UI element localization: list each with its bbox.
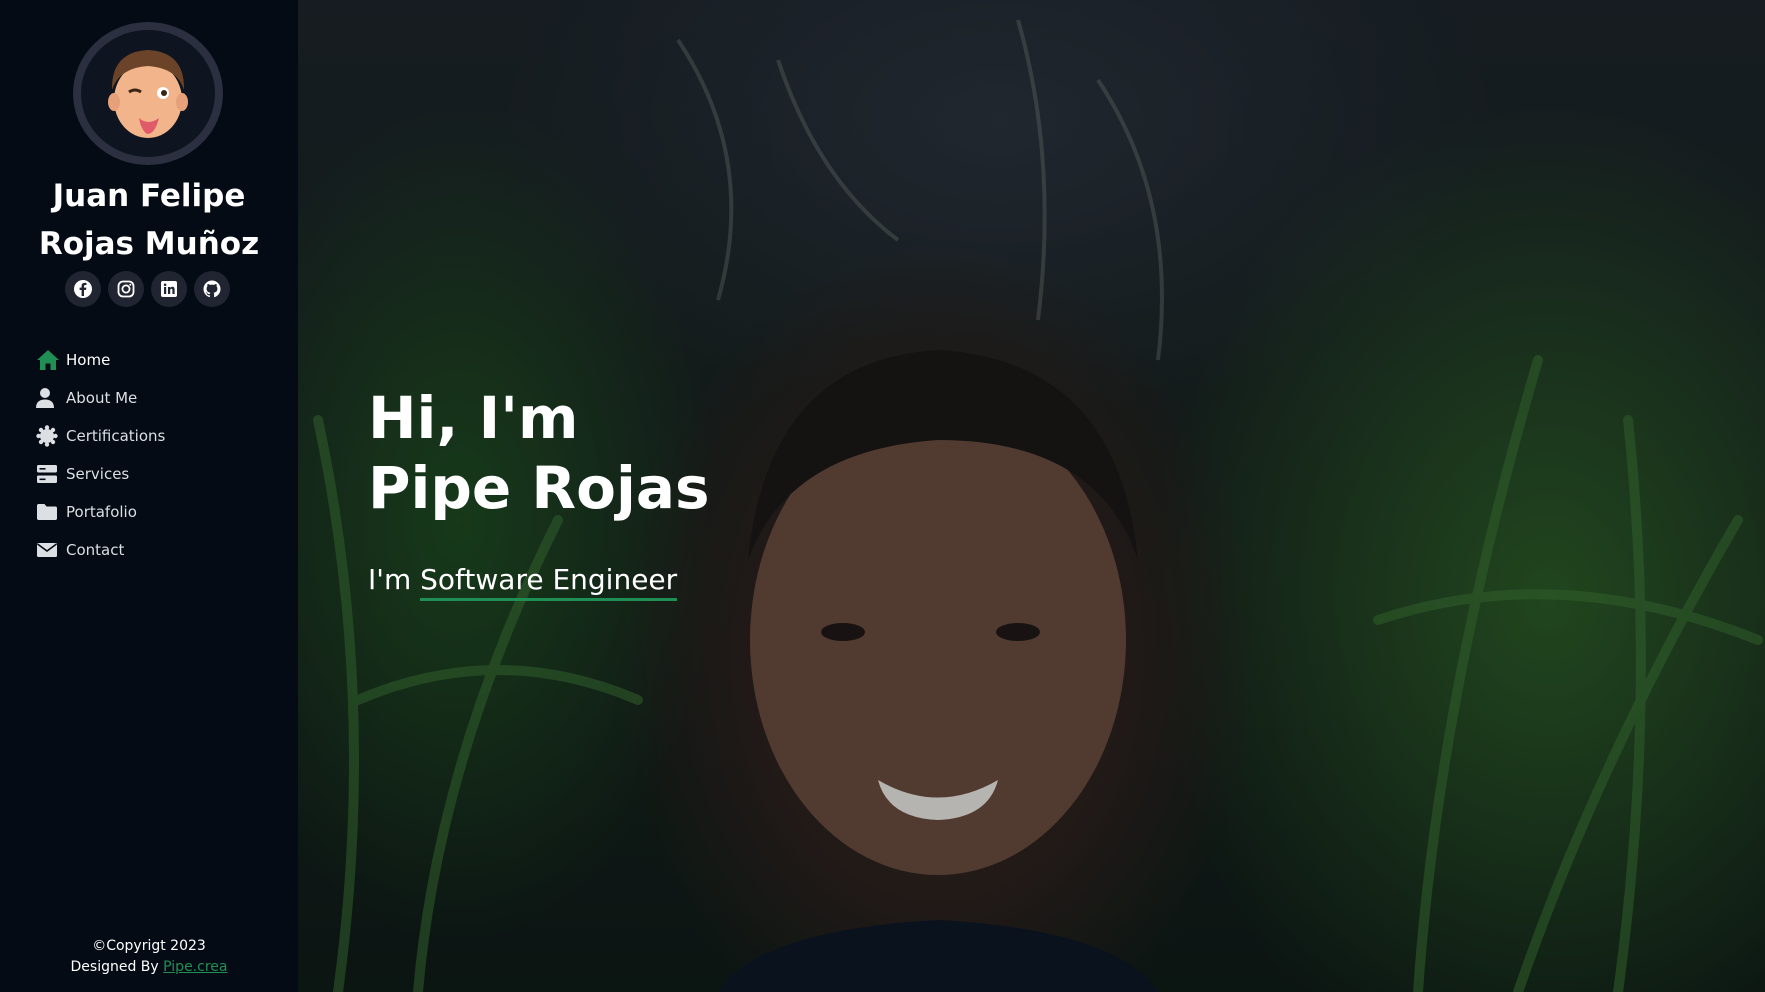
designed-by-prefix: Designed By bbox=[70, 959, 164, 975]
linkedin-icon bbox=[161, 281, 177, 297]
hero-title-line1: Hi, I'm bbox=[368, 384, 579, 452]
hero-title: Hi, I'm Pipe Rojas bbox=[368, 383, 710, 523]
hero-subtitle: I'm Software Engineer bbox=[368, 560, 678, 601]
designer-link[interactable]: Pipe.crea bbox=[163, 959, 227, 975]
nav-item-home[interactable]: Home bbox=[36, 341, 165, 379]
nav-item-contact[interactable]: Contact bbox=[36, 531, 165, 569]
user-icon bbox=[36, 387, 66, 409]
hero-section: Hi, I'm Pipe Rojas I'm Software Engineer bbox=[298, 0, 1765, 992]
nav-item-certifications[interactable]: Certifications bbox=[36, 417, 165, 455]
memoji-avatar-image bbox=[81, 30, 215, 157]
folder-icon bbox=[36, 503, 66, 521]
nav-item-portafolio[interactable]: Portafolio bbox=[36, 493, 165, 531]
nav-item-label: Certifications bbox=[66, 427, 166, 445]
hero-subtitle-prefix: I'm bbox=[368, 563, 421, 596]
social-links bbox=[65, 271, 230, 307]
nav-item-about-me[interactable]: About Me bbox=[36, 379, 165, 417]
certificate-icon bbox=[36, 425, 66, 447]
envelope-icon bbox=[36, 542, 66, 558]
nav-item-services[interactable]: Services bbox=[36, 455, 165, 493]
server-icon bbox=[36, 464, 66, 484]
sidebar: Juan Felipe Rojas Muñoz Home About Me Ce… bbox=[0, 0, 298, 992]
designed-by: Designed By Pipe.crea bbox=[0, 957, 298, 978]
nav-item-label: Contact bbox=[66, 541, 125, 559]
linkedin-link[interactable] bbox=[151, 271, 187, 307]
profile-name-line1: Juan Felipe bbox=[52, 178, 246, 214]
nav-item-label: About Me bbox=[66, 389, 138, 407]
facebook-icon bbox=[74, 280, 92, 298]
nav-item-label: Services bbox=[66, 465, 130, 483]
avatar bbox=[73, 22, 223, 165]
copyright-text: ©Copyrigt 2023 bbox=[92, 938, 206, 954]
nav-item-label: Portafolio bbox=[66, 503, 137, 521]
instagram-link[interactable] bbox=[108, 271, 144, 307]
sidebar-footer: ©Copyrigt 2023 Designed By Pipe.crea bbox=[0, 936, 298, 978]
profile-name: Juan Felipe Rojas Muñoz bbox=[0, 172, 298, 268]
github-link[interactable] bbox=[194, 271, 230, 307]
main-nav: Home About Me Certifications Services Po… bbox=[36, 341, 165, 569]
hero-role-typed: Software Engineer bbox=[420, 563, 678, 601]
profile-name-line2: Rojas Muñoz bbox=[38, 226, 260, 262]
nav-item-label: Home bbox=[66, 351, 111, 369]
facebook-link[interactable] bbox=[65, 271, 101, 307]
github-icon bbox=[203, 280, 221, 298]
home-icon bbox=[36, 349, 66, 371]
hero-title-line2: Pipe Rojas bbox=[368, 454, 710, 522]
instagram-icon bbox=[117, 280, 135, 298]
